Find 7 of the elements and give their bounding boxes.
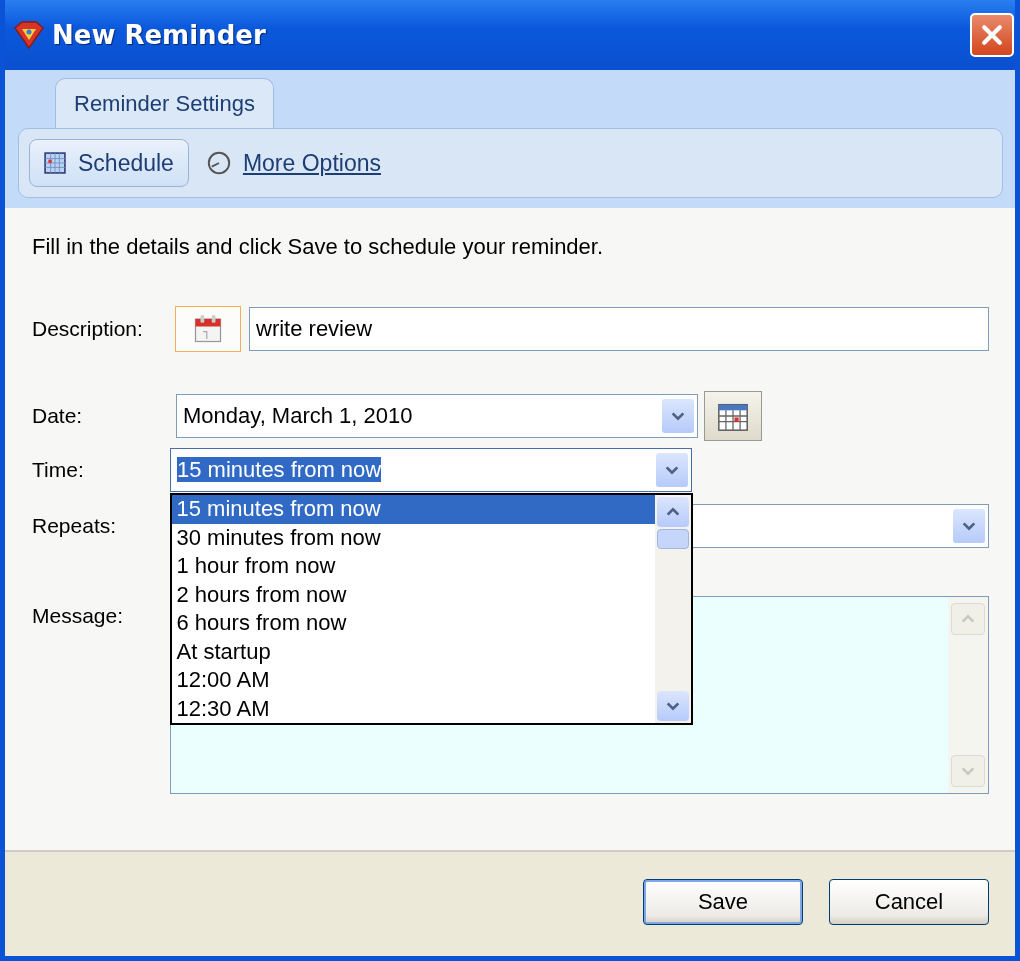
instructions-text: Fill in the details and click Save to schedule your reminder. [32,234,605,260]
repeats-label: Repeats: [32,514,118,538]
window-title: New Reminder [52,20,267,50]
message-label: Message: [32,604,125,628]
date-label: Date: [32,404,84,428]
time-label: Time: [32,458,85,482]
description-label: Description: [32,317,144,341]
